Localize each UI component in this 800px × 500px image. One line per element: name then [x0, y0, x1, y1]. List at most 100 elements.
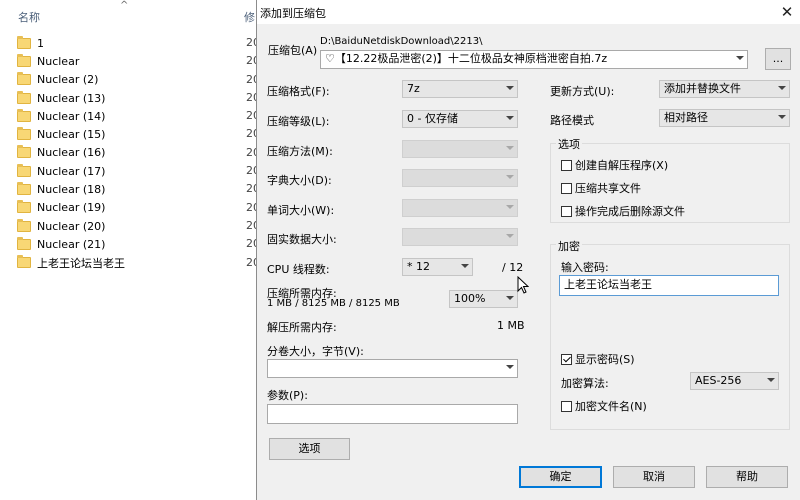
level-select[interactable]: 0 - 仅存储	[402, 110, 518, 128]
chevron-down-icon[interactable]	[506, 116, 514, 120]
format-value: 7z	[407, 82, 420, 95]
chevron-down-icon[interactable]	[778, 115, 786, 119]
checkbox-icon[interactable]	[561, 205, 572, 217]
close-icon[interactable]: ✕	[777, 2, 797, 22]
folder-icon	[17, 236, 31, 250]
sort-up-icon: ^	[120, 0, 129, 11]
format-select[interactable]: 7z	[402, 80, 518, 98]
mem-decomp-label: 解压所需内存:	[267, 321, 337, 334]
chevron-down-icon[interactable]	[506, 86, 514, 90]
list-item[interactable]: Nuclear (14)	[17, 107, 125, 125]
archive-label: 压缩包(A)	[268, 44, 318, 57]
encrypt-names-label: 加密文件名(N)	[575, 400, 647, 413]
archive-dir: D:\BaiduNetdiskDownload\2213\	[320, 36, 483, 47]
folder-icon	[17, 145, 31, 159]
folder-icon	[17, 127, 31, 141]
browse-button[interactable]: ...	[765, 48, 791, 70]
mouse-cursor-icon	[517, 276, 529, 294]
list-item[interactable]: Nuclear (21)	[17, 235, 125, 253]
list-item[interactable]: 上老王论坛当老王	[17, 254, 125, 272]
checkbox-checked-icon[interactable]	[561, 353, 572, 365]
params-input[interactable]	[267, 404, 518, 424]
list-item[interactable]: Nuclear (13)	[17, 89, 125, 107]
ok-button[interactable]: 确定	[519, 466, 602, 488]
cpu-select[interactable]: * 12	[402, 258, 473, 276]
mem-percent-select[interactable]: 100%	[449, 290, 518, 308]
chevron-down-icon[interactable]	[506, 296, 514, 300]
dialog-title: 添加到压缩包	[260, 7, 326, 20]
enc-method-label: 加密算法:	[561, 377, 609, 390]
chevron-down-icon[interactable]	[778, 86, 786, 90]
update-select[interactable]: 添加并替换文件	[659, 80, 790, 98]
path-label: 路径模式	[550, 114, 594, 127]
folder-icon	[17, 255, 31, 269]
cpu-total: / 12	[502, 261, 524, 274]
show-password-checkbox[interactable]: 显示密码(S)	[561, 351, 635, 367]
folder-icon	[17, 72, 31, 86]
password-label: 输入密码:	[561, 261, 609, 274]
enc-method-select[interactable]: AES-256	[690, 372, 779, 390]
method-select[interactable]	[402, 140, 518, 158]
dict-select[interactable]	[402, 169, 518, 187]
sfx-label: 创建自解压程序(X)	[575, 159, 669, 172]
cancel-button[interactable]: 取消	[613, 466, 695, 488]
folder-icon	[17, 218, 31, 232]
update-value: 添加并替换文件	[664, 82, 741, 95]
folder-icon	[17, 53, 31, 67]
level-label: 压缩等级(L):	[267, 115, 330, 128]
checkbox-icon[interactable]	[561, 400, 572, 412]
path-select[interactable]: 相对路径	[659, 109, 790, 127]
sfx-checkbox[interactable]: 创建自解压程序(X)	[561, 157, 668, 173]
list-item[interactable]: 1	[17, 34, 125, 52]
help-button[interactable]: 帮助	[706, 466, 788, 488]
checkbox-icon[interactable]	[561, 182, 572, 194]
list-item[interactable]: Nuclear (2)	[17, 71, 125, 89]
list-item[interactable]: Nuclear (20)	[17, 217, 125, 235]
folder-icon	[17, 35, 31, 49]
update-label: 更新方式(U):	[550, 85, 615, 98]
delete-source-label: 操作完成后删除源文件	[575, 205, 685, 218]
add-to-archive-dialog: 添加到压缩包 ✕ 压缩包(A) D:\BaiduNetdiskDownload\…	[256, 0, 800, 500]
chevron-down-icon[interactable]	[736, 56, 744, 60]
column-header-name[interactable]: 名称	[18, 9, 40, 25]
method-label: 压缩方法(M):	[267, 145, 333, 158]
delete-source-checkbox[interactable]: 操作完成后删除源文件	[561, 203, 685, 219]
solid-label: 固实数据大小:	[267, 233, 337, 246]
folder-icon	[17, 200, 31, 214]
options-button[interactable]: 选项	[269, 438, 350, 460]
solid-select[interactable]	[402, 228, 518, 246]
show-password-label: 显示密码(S)	[575, 353, 635, 366]
split-combo[interactable]	[267, 359, 518, 378]
list-item[interactable]: Nuclear	[17, 52, 125, 70]
enc-method-value: AES-256	[695, 374, 742, 387]
path-value: 相对路径	[664, 111, 708, 124]
list-item[interactable]: Nuclear (16)	[17, 144, 125, 162]
chevron-down-icon	[506, 205, 514, 209]
options-group-title: 选项	[556, 136, 582, 152]
list-item[interactable]: Nuclear (18)	[17, 180, 125, 198]
shared-label: 压缩共享文件	[575, 182, 641, 195]
chevron-down-icon[interactable]	[767, 378, 775, 382]
encryption-group-title: 加密	[556, 238, 582, 254]
list-item[interactable]: Nuclear (19)	[17, 199, 125, 217]
archive-name-combo[interactable]: ♡【12.22极品泄密(2)】十二位极品女神原档泄密自拍.7z	[320, 50, 748, 69]
mem-comp-value: 1 MB / 8125 MB / 8125 MB	[267, 298, 400, 309]
chevron-down-icon[interactable]	[461, 264, 469, 268]
title-bar[interactable]: 添加到压缩包 ✕	[257, 0, 800, 24]
list-item[interactable]: Nuclear (17)	[17, 162, 125, 180]
password-input[interactable]: 上老王论坛当老王	[559, 275, 779, 296]
checkbox-icon[interactable]	[561, 159, 572, 171]
cpu-label: CPU 线程数:	[267, 263, 330, 276]
list-item[interactable]: Nuclear (15)	[17, 125, 125, 143]
cpu-value: * 12	[407, 260, 430, 273]
archive-name-value: ♡【12.22极品泄密(2)】十二位极品女神原档泄密自拍.7z	[325, 52, 608, 65]
column-header-modified[interactable]: 修	[244, 9, 255, 25]
level-value: 0 - 仅存储	[407, 112, 458, 125]
shared-checkbox[interactable]: 压缩共享文件	[561, 180, 641, 196]
word-select[interactable]	[402, 199, 518, 217]
file-list: 1 Nuclear Nuclear (2) Nuclear (13) Nucle…	[17, 34, 125, 272]
mem-decomp-value: 1 MB	[497, 319, 525, 332]
chevron-down-icon[interactable]	[506, 365, 514, 369]
encrypt-names-checkbox[interactable]: 加密文件名(N)	[561, 398, 647, 414]
chevron-down-icon	[506, 146, 514, 150]
